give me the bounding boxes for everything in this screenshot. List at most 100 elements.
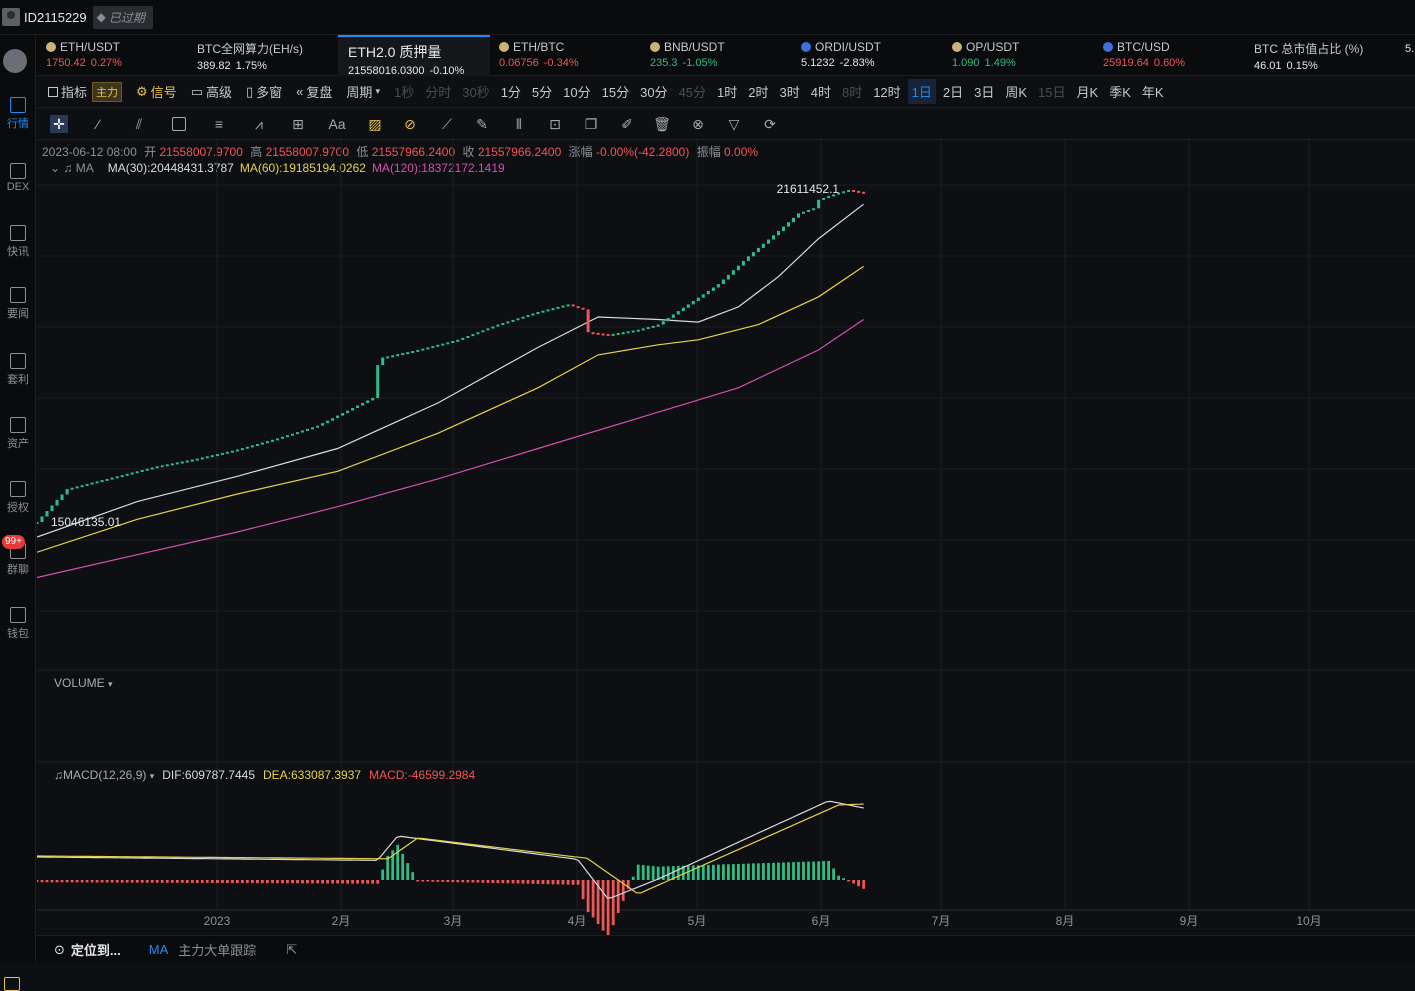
sidebar-item-assets[interactable]: 资产 (0, 417, 36, 451)
candle-tool-icon[interactable]: ⫴ (510, 115, 528, 133)
macd-histogram-bar (606, 880, 610, 935)
sidebar-item-label: 快讯 (7, 246, 29, 258)
macd-toggle[interactable]: ♫MACD(12,26,9) ▾ (54, 768, 154, 782)
period-option[interactable]: 4时 (811, 82, 831, 101)
candle (466, 336, 470, 338)
measure-tool-icon[interactable]: ⊞ (289, 115, 307, 133)
candle (80, 485, 84, 488)
magnet-tool-icon[interactable]: ⊘ (401, 115, 419, 133)
rectangle-tool-icon[interactable] (172, 117, 186, 131)
fibonacci-tool-icon[interactable]: ▨ (366, 115, 384, 133)
period-option[interactable]: 10分 (563, 82, 590, 101)
period-dropdown[interactable]: 周期 ▾ (346, 82, 380, 101)
vip-diamond-icon[interactable] (4, 977, 20, 991)
parallel-lines-tool-icon[interactable]: ⫽ (130, 115, 148, 133)
macd-histogram-bar (491, 880, 495, 883)
avatar-icon[interactable] (2, 8, 20, 26)
ticker-tab[interactable]: BTC 总市值占比 (%) 46.01 0.15% (1244, 35, 1394, 76)
macd-histogram-bar (812, 861, 815, 880)
copy-tool-icon[interactable]: ❐ (582, 115, 600, 133)
candle (736, 265, 740, 271)
period-option[interactable]: 2日 (943, 82, 963, 101)
period-option[interactable]: 1时 (717, 82, 737, 101)
sidebar-item-market[interactable]: 行情 (0, 97, 36, 131)
wave-tool-icon[interactable]: ⩘ (250, 115, 268, 133)
period-option[interactable]: 3日 (974, 82, 994, 101)
period-option[interactable]: 1日 (907, 79, 936, 104)
period-option[interactable]: 季K (1109, 82, 1131, 101)
sidebar-item-news[interactable]: 要闻 (0, 287, 36, 321)
link-tool-icon[interactable]: ⊗ (689, 115, 707, 133)
ticker-tab[interactable]: ORDI/USDT 5.1232 -2.83% (791, 35, 941, 76)
brush-tool-icon[interactable]: ✎ (473, 115, 491, 133)
price-chart[interactable]: 21611452.1 15046135.01 2023 2月 3月 4月 5月 6月 7月 8月 9… (37, 140, 1415, 935)
candle (671, 314, 675, 318)
indicator-button[interactable]: 指标 主力 (48, 81, 123, 102)
period-option[interactable]: 周K (1005, 82, 1027, 101)
period-option[interactable]: 12时 (873, 82, 900, 101)
locate-button[interactable]: 定位到... (71, 940, 121, 959)
line-tool-icon[interactable]: ⁄ (89, 115, 107, 133)
signal-button[interactable]: ⚙ 信号 (136, 82, 177, 101)
user-area[interactable]: ID2115229 ◆ 已过期 (0, 0, 153, 35)
membership-status-badge[interactable]: ◆ 已过期 (92, 5, 153, 29)
app-logo-icon[interactable] (3, 49, 27, 73)
reset-tool-icon[interactable]: ⟳ (761, 115, 779, 133)
period-option[interactable]: 2时 (748, 82, 768, 101)
ticker-change: -0.34% (543, 57, 579, 69)
period-option[interactable]: 15分 (602, 82, 629, 101)
lock-tool-icon[interactable]: ⊡ (546, 115, 564, 133)
filter-tool-icon[interactable]: ▽ (725, 115, 743, 133)
multi-window-button[interactable]: ▯ 多窗 (246, 82, 282, 101)
macd-value: MACD:-46599.2984 (369, 768, 476, 782)
sidebar-item-dex[interactable]: DEX (0, 163, 36, 193)
macd-histogram-bar (95, 880, 99, 883)
sidebar-item-authorization[interactable]: 授权 (0, 481, 36, 515)
period-option[interactable]: 5分 (532, 82, 552, 101)
ticker-tab[interactable]: ETH/BTC 0.06756 -0.34% (489, 35, 639, 76)
main-force-tag[interactable]: 主力 (92, 81, 123, 102)
macd-histogram-bar (516, 880, 520, 884)
trash-icon[interactable]: 🗑 (653, 115, 671, 133)
text-tool-icon[interactable]: Aa (328, 115, 346, 133)
popout-icon[interactable]: ⇱ (286, 942, 297, 958)
period-option[interactable]: 1分 (501, 82, 521, 101)
period-bar: 指标 主力 ⚙ 信号 ▭ 高级 ▯ 多窗 « 复盘 周期 ▾ 1秒 分时 30秒 1分… (36, 76, 1415, 108)
sidebar-item-label: 行情 (7, 118, 29, 130)
ticker-tab[interactable]: BTC/USD 25919.64 0.60% (1093, 35, 1243, 76)
ticker-tab[interactable]: BNB/USDT 235.3 -1.05% (640, 35, 790, 76)
ruler-tool-icon[interactable]: ⟋ (438, 115, 456, 133)
cursor-tool-icon[interactable]: ✛ (50, 115, 68, 133)
sidebar-item-flash-news[interactable]: 快讯 (0, 225, 36, 259)
x-axis-tick-label: 7月 (932, 914, 951, 928)
sidebar-item-arbitrage[interactable]: 套利 (0, 353, 36, 387)
x-axis-tick-label: 3月 (444, 914, 463, 928)
macd-histogram-bar (311, 880, 314, 884)
advanced-button[interactable]: ▭ 高级 (191, 82, 232, 101)
big-order-follow-button[interactable]: 主力大单跟踪 (178, 940, 256, 959)
macd-histogram-bar (65, 880, 69, 883)
candle (561, 305, 565, 308)
horizontal-lines-tool-icon[interactable]: ≡ (210, 115, 228, 133)
ticker-tab[interactable]: OP/USDT 1.090 1.49% (942, 35, 1092, 76)
ticker-tab[interactable]: ETH2.0 质押量 21558016.0300 -0.10% (338, 35, 490, 77)
macd-histogram-bar (586, 880, 590, 913)
replay-button[interactable]: « 复盘 (296, 82, 332, 101)
ticker-tab[interactable]: BTC全网算力(EH/s) 389.82 1.75% (187, 35, 337, 76)
edit-tool-icon[interactable]: ✐ (618, 115, 636, 133)
macd-histogram-bar (787, 862, 790, 880)
candle (175, 462, 179, 465)
period-option[interactable]: 年K (1142, 82, 1164, 101)
macd-dea-value: DEA:633087.3937 (263, 768, 362, 782)
ticker-tab[interactable]: 5. (1395, 35, 1415, 76)
bell-icon: ♫ (54, 768, 63, 782)
ticker-tab[interactable]: ETH/USDT 1750.42 0.27% (36, 35, 186, 76)
sidebar-item-wallet[interactable]: 钱包 (0, 607, 36, 641)
ma-shortcut[interactable]: MA (149, 942, 169, 957)
period-option[interactable]: 月K (1077, 82, 1099, 101)
sidebar-item-group-chat[interactable]: 群聊 99+ (0, 535, 36, 577)
period-option[interactable]: 30分 (640, 82, 667, 101)
volume-indicator-label[interactable]: VOLUME ▾ (54, 676, 113, 690)
period-option[interactable]: 3时 (780, 82, 800, 101)
macd-histogram-bar (451, 880, 455, 883)
